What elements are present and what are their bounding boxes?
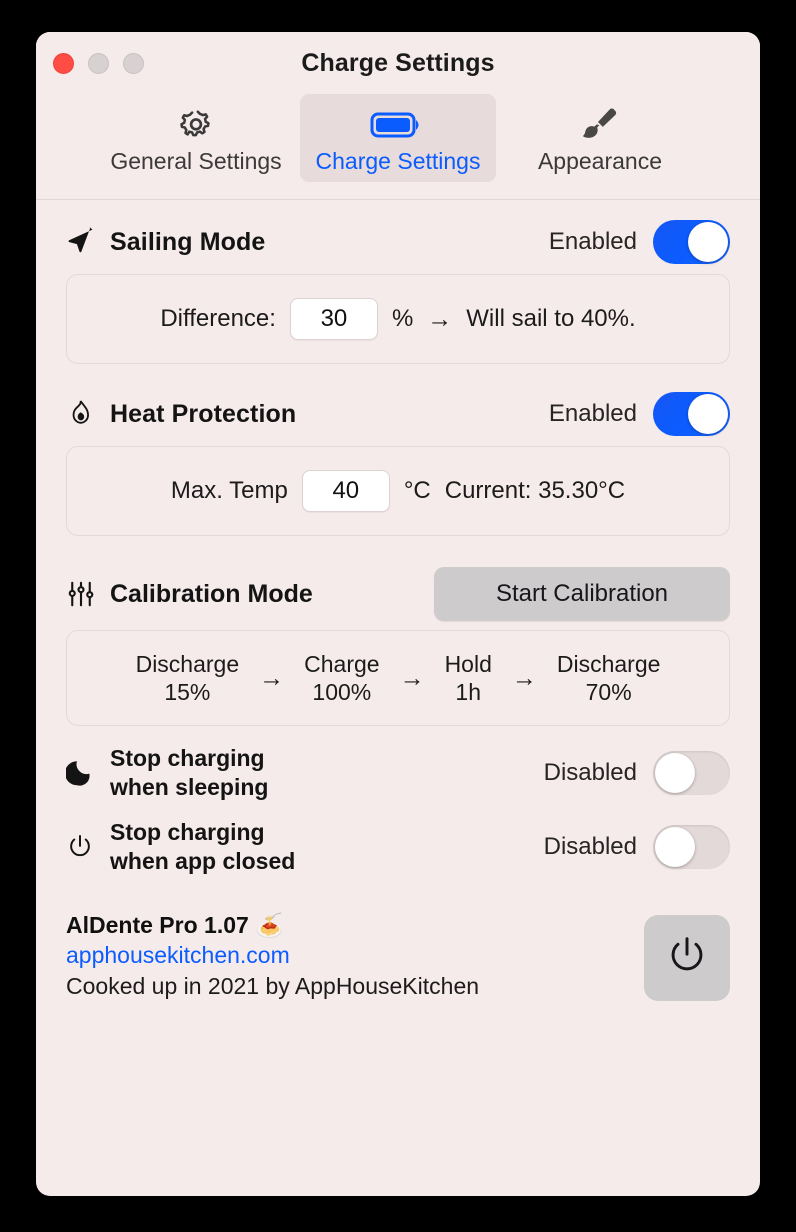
difference-label: Difference: bbox=[160, 305, 276, 332]
gear-icon bbox=[177, 105, 215, 145]
website-link[interactable]: apphousekitchen.com bbox=[66, 940, 479, 970]
toggle-knob bbox=[655, 753, 695, 793]
arrow-right-icon: → bbox=[259, 663, 285, 692]
max-temp-input[interactable]: 40 bbox=[301, 470, 390, 512]
stop-charging-sleeping-row: Stop charging when sleeping Disabled bbox=[66, 736, 730, 810]
sailing-mode-header: Sailing Mode Enabled bbox=[66, 210, 730, 274]
battery-icon bbox=[370, 105, 426, 145]
calibration-step: Hold 1h bbox=[445, 650, 492, 706]
current-temp-text: Current: 35.30°C bbox=[444, 477, 626, 504]
paper-plane-icon bbox=[66, 227, 110, 257]
difference-input[interactable]: 30 bbox=[289, 298, 378, 340]
tab-charge-settings-label: Charge Settings bbox=[315, 148, 481, 174]
arrow-right-icon: → bbox=[427, 304, 453, 333]
sailing-mode-state: Enabled bbox=[548, 228, 637, 255]
quit-power-button[interactable] bbox=[644, 915, 730, 1002]
paintbrush-icon bbox=[579, 105, 621, 145]
calibration-step-value: 100% bbox=[312, 679, 372, 705]
tab-general-settings[interactable]: General Settings bbox=[98, 94, 294, 182]
toggle-knob bbox=[688, 222, 728, 262]
percent-unit: % bbox=[391, 305, 414, 332]
tab-charge-settings[interactable]: Charge Settings bbox=[300, 94, 496, 182]
calibration-step-name: Charge bbox=[304, 650, 380, 677]
sailing-mode-title: Sailing Mode bbox=[110, 227, 266, 256]
arrow-right-icon: → bbox=[399, 663, 425, 692]
start-calibration-button[interactable]: Start Calibration bbox=[434, 567, 730, 621]
label-line-1: Stop charging bbox=[110, 745, 265, 772]
label-line-1: Stop charging bbox=[110, 819, 265, 846]
heat-protection-state: Enabled bbox=[548, 400, 637, 427]
sailing-mode-toggle[interactable] bbox=[653, 220, 730, 264]
calibration-steps-panel: Discharge 15% → Charge 100% → Hold 1h → … bbox=[66, 630, 730, 726]
app-info: AlDente Pro 1.07 🍝 apphousekitchen.com C… bbox=[66, 910, 479, 1001]
app-credit: Cooked up in 2021 by AppHouseKitchen bbox=[66, 972, 480, 999]
stop-charging-app-closed-toggle[interactable] bbox=[653, 825, 730, 869]
aldente-window: Charge Settings General Settings Charge … bbox=[36, 32, 760, 1196]
power-icon bbox=[665, 934, 709, 983]
sailing-mode-panel: Difference: 30 % → Will sail to 40%. bbox=[66, 274, 730, 364]
tab-appearance-label: Appearance bbox=[537, 148, 663, 174]
stop-charging-sleeping-toggle[interactable] bbox=[653, 751, 730, 795]
flame-icon bbox=[66, 399, 110, 429]
calibration-step-value: 1h bbox=[455, 679, 482, 705]
tab-general-settings-label: General Settings bbox=[110, 148, 282, 174]
tab-appearance[interactable]: Appearance bbox=[502, 94, 698, 182]
calibration-step-name: Discharge bbox=[556, 650, 661, 677]
app-name-version: AlDente Pro 1.07 🍝 bbox=[66, 912, 284, 938]
sail-result-text: Will sail to 40%. bbox=[466, 305, 636, 332]
label-line-2: when app closed bbox=[110, 848, 296, 874]
heat-protection-title: Heat Protection bbox=[110, 399, 297, 428]
calibration-step: Discharge 15% bbox=[136, 650, 240, 706]
toggle-knob bbox=[688, 394, 728, 434]
heat-protection-panel: Max. Temp 40 °C Current: 35.30°C bbox=[66, 446, 730, 536]
max-temp-label: Max. Temp bbox=[170, 477, 288, 504]
stop-charging-sleeping-state: Disabled bbox=[543, 759, 637, 786]
toggle-knob bbox=[655, 827, 695, 867]
calibration-step: Discharge 70% bbox=[557, 650, 661, 706]
settings-tabbar: General Settings Charge Settings Appeara… bbox=[36, 94, 760, 200]
calibration-step-value: 15% bbox=[164, 679, 211, 705]
page-title: Charge Settings bbox=[301, 49, 495, 77]
celsius-unit: °C bbox=[403, 477, 431, 504]
stop-charging-app-closed-state: Disabled bbox=[543, 833, 637, 860]
moon-icon bbox=[66, 759, 110, 787]
calibration-step: Charge 100% bbox=[304, 650, 379, 706]
window-titlebar: Charge Settings bbox=[36, 32, 760, 94]
calibration-step-name: Hold bbox=[444, 650, 492, 677]
heat-protection-header: Heat Protection Enabled bbox=[66, 382, 730, 446]
stop-charging-sleeping-label: Stop charging when sleeping bbox=[110, 744, 544, 802]
power-icon bbox=[66, 833, 110, 861]
calibration-step-name: Discharge bbox=[135, 650, 240, 677]
calibration-step-value: 70% bbox=[585, 679, 632, 705]
calibration-mode-header: Calibration Mode Start Calibration bbox=[66, 558, 730, 630]
footer: AlDente Pro 1.07 🍝 apphousekitchen.com C… bbox=[66, 884, 730, 1002]
calibration-mode-title: Calibration Mode bbox=[110, 579, 313, 608]
arrow-right-icon: → bbox=[511, 663, 537, 692]
heat-protection-toggle[interactable] bbox=[653, 392, 730, 436]
label-line-2: when sleeping bbox=[110, 774, 269, 800]
sliders-icon bbox=[66, 579, 110, 609]
stop-charging-app-closed-row: Stop charging when app closed Disabled bbox=[66, 810, 730, 884]
settings-body: Sailing Mode Enabled Difference: 30 % → … bbox=[36, 200, 760, 1002]
stop-charging-app-closed-label: Stop charging when app closed bbox=[110, 818, 544, 876]
